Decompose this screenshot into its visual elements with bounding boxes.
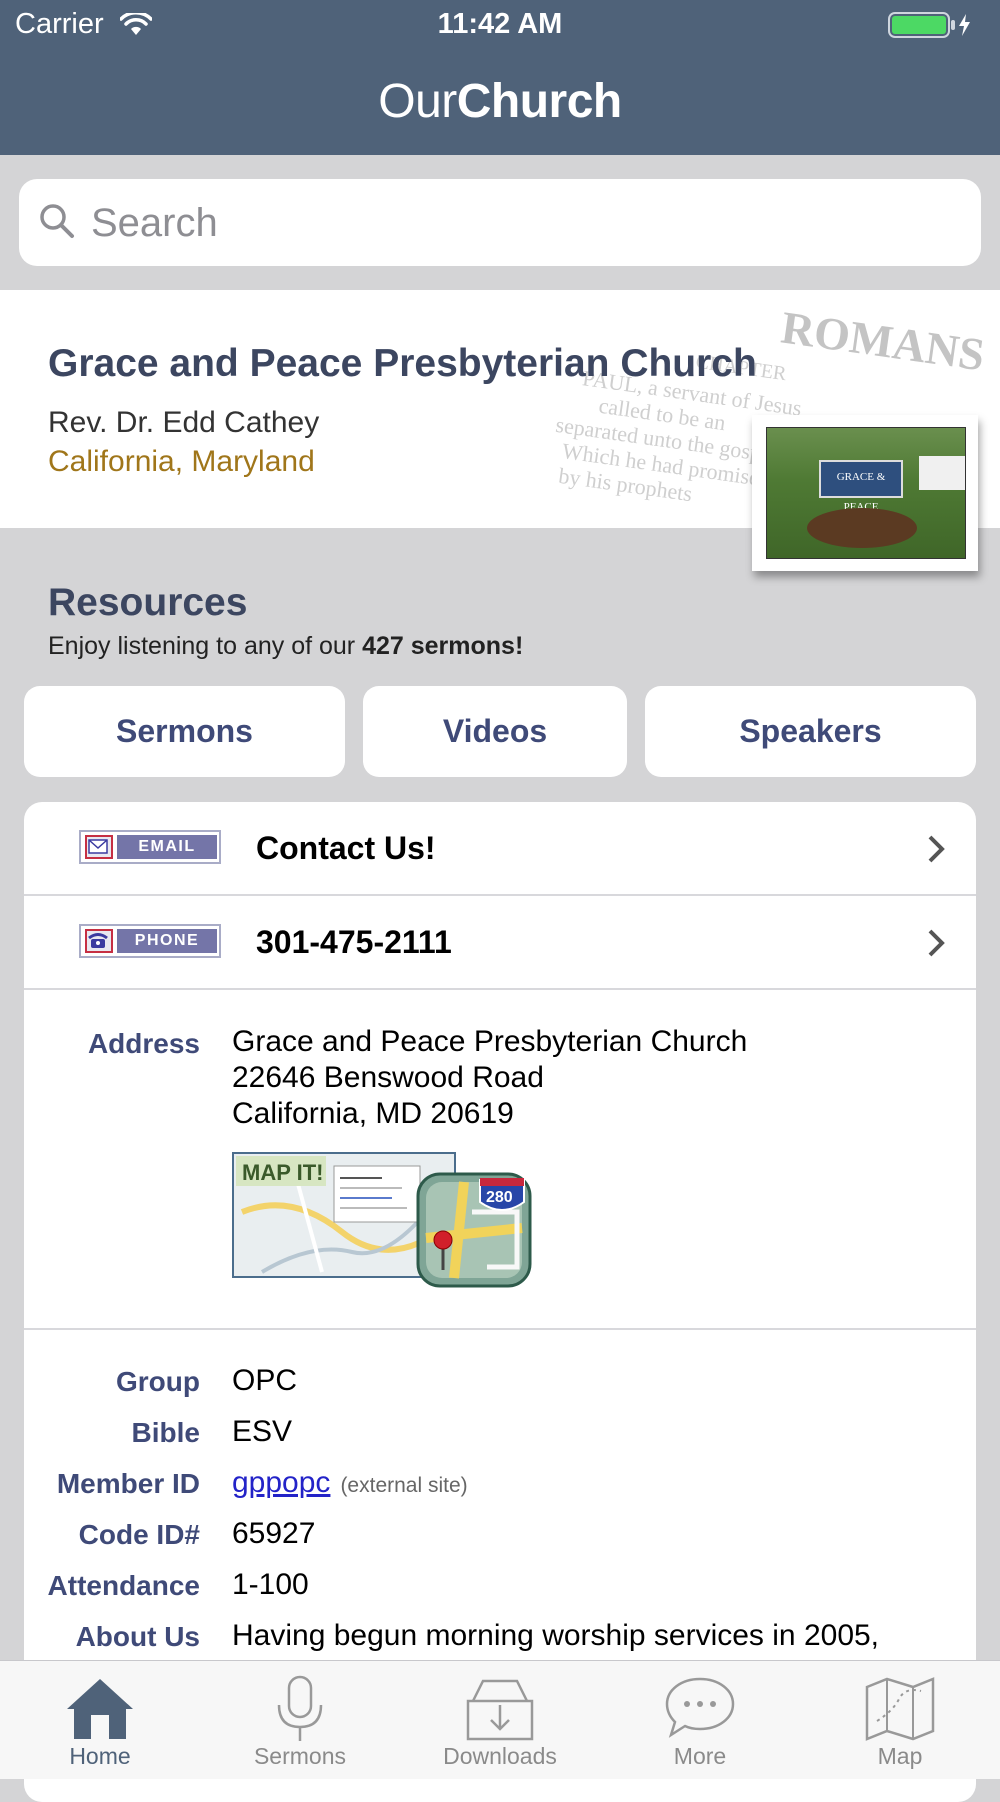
bible-label: Bible: [131, 1417, 200, 1448]
videos-button[interactable]: Videos: [363, 686, 627, 777]
phone-badge: PHONE: [79, 924, 221, 958]
group-value: OPC: [232, 1364, 298, 1397]
search-input[interactable]: [89, 193, 953, 253]
tab-bar: Home Sermons Downloads More Map: [0, 1660, 1000, 1779]
contact-us-label: Contact Us!: [256, 830, 436, 866]
download-icon: [466, 1679, 534, 1741]
member-id-label: Member ID: [56, 1468, 200, 1499]
tab-downloads[interactable]: Downloads: [400, 1661, 600, 1779]
photo-sign: GRACE & PEACE: [819, 460, 903, 513]
address-label: Address: [87, 1028, 200, 1059]
tab-sermons[interactable]: Sermons: [200, 1661, 400, 1779]
member-id-link[interactable]: gppopc: [232, 1466, 330, 1499]
battery-icon: [888, 12, 972, 43]
tab-more[interactable]: More: [600, 1661, 800, 1779]
photo-building: [919, 456, 965, 490]
map-it-button[interactable]: MAP IT! 280: [232, 1152, 552, 1297]
chevron-right-icon: [928, 929, 945, 957]
status-time: 11:42 AM: [437, 8, 563, 40]
photo-flowerbed: [807, 508, 917, 548]
map-it-graphic: MAP IT! 280: [232, 1152, 532, 1288]
tab-map[interactable]: Map: [800, 1661, 1000, 1779]
speakers-button[interactable]: Speakers: [645, 686, 976, 777]
resources-subtitle: Enjoy listening to any of our 427 sermon…: [48, 632, 524, 660]
phone-number: 301-475-2111: [256, 924, 452, 960]
envelope-icon: [85, 835, 113, 859]
about-us-value: Having begun morning worship services in…: [232, 1619, 880, 1652]
church-photo-image: GRACE & PEACE: [766, 427, 966, 559]
svg-text:280: 280: [486, 1189, 513, 1206]
church-photo[interactable]: GRACE & PEACE: [752, 415, 978, 571]
code-id-value: 65927: [232, 1517, 316, 1550]
phone-row[interactable]: PHONE 301-475-2111: [24, 894, 976, 990]
code-id-label: Code ID#: [78, 1519, 200, 1550]
member-id-value: gppopc (external site): [232, 1466, 468, 1500]
telephone-icon: [85, 929, 113, 953]
group-label: Group: [116, 1366, 200, 1397]
attendance-label: Attendance: [47, 1570, 200, 1601]
home-icon: [67, 1679, 133, 1739]
address-value: Grace and Peace Presbyterian Church 2264…: [232, 1025, 748, 1130]
sermons-button[interactable]: Sermons: [24, 686, 345, 777]
contact-us-row[interactable]: EMAIL Contact Us!: [24, 802, 976, 896]
search-bar[interactable]: [19, 179, 981, 266]
about-us-label: About Us: [75, 1621, 200, 1652]
attendance-value: 1-100: [232, 1568, 309, 1601]
tab-home[interactable]: Home: [0, 1661, 200, 1779]
app-header: Carrier 11:42 AM OurChurch: [0, 0, 1000, 155]
church-name: Grace and Peace Presbyterian Church: [48, 342, 757, 385]
microphone-icon: [277, 1675, 323, 1741]
email-badge: EMAIL: [79, 830, 221, 864]
chevron-right-icon: [928, 835, 945, 863]
map-icon: [865, 1677, 935, 1741]
bible-value: ESV: [232, 1415, 293, 1448]
resources-title: Resources: [48, 581, 248, 624]
chat-bubble-icon: [665, 1677, 735, 1738]
external-site-note: (external site): [340, 1474, 468, 1497]
church-location[interactable]: California, Maryland: [48, 445, 315, 479]
app-logo: OurChurch: [378, 75, 622, 128]
pastor-name: Rev. Dr. Edd Cathey: [48, 406, 320, 439]
svg-text:MAP IT!: MAP IT!: [242, 1160, 323, 1185]
search-icon: [40, 204, 74, 238]
